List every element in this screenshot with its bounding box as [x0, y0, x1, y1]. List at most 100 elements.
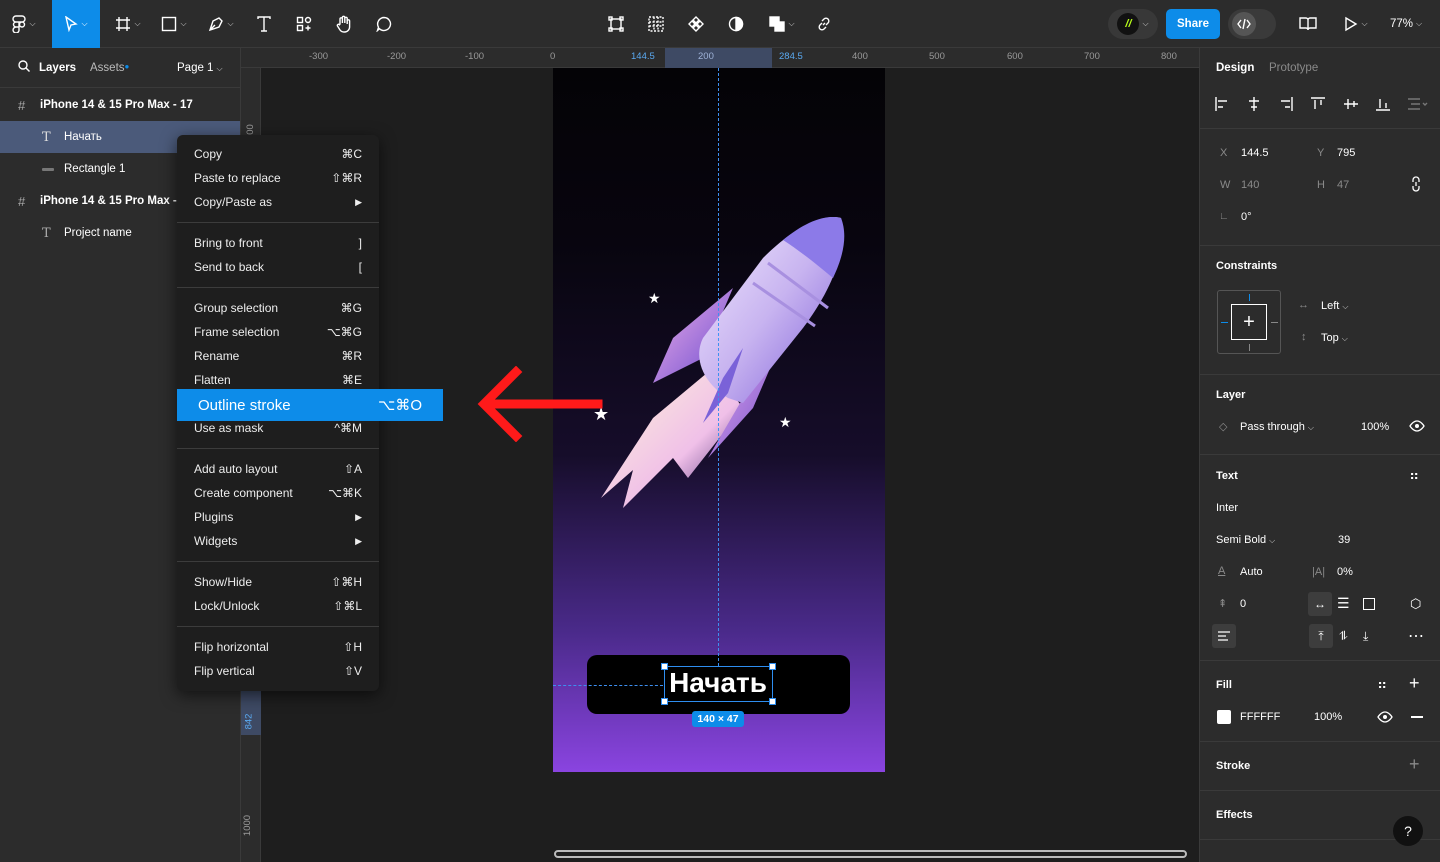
mask-button[interactable] — [722, 0, 750, 48]
menu-item-paste-replace[interactable]: Paste to replace ⇧⌘R — [177, 166, 379, 190]
fill-opacity-input[interactable]: 100% — [1314, 711, 1342, 723]
text-align-center-icon[interactable] — [1242, 631, 1254, 641]
menu-item-outline-stroke[interactable]: Outline stroke ⌥⌘O — [177, 389, 443, 421]
font-size-input[interactable]: 39 — [1338, 534, 1350, 546]
resize-handle[interactable] — [661, 663, 668, 670]
canvas[interactable]: -300 -200 -100 0 144.5 200 284.5 400 500… — [241, 48, 1199, 862]
frame-tool-button[interactable]: ⌵ — [110, 0, 146, 48]
align-left-icon[interactable] — [1214, 96, 1230, 112]
font-family-select[interactable]: Inter — [1216, 502, 1238, 514]
align-center-v-icon[interactable] — [1343, 96, 1359, 112]
menu-item-auto-layout[interactable]: Add auto layout ⇧A — [177, 457, 379, 481]
selection-box[interactable]: Начать — [661, 663, 776, 705]
constraint-bottom-indicator[interactable] — [1249, 344, 1250, 351]
menu-item-send-back[interactable]: Send to back [ — [177, 255, 379, 279]
constraint-right-indicator[interactable] — [1271, 322, 1278, 323]
constrain-proportions-icon[interactable] — [1410, 176, 1422, 192]
fill-swatch[interactable] — [1217, 710, 1231, 724]
tab-assets[interactable]: Assets● — [90, 62, 129, 74]
blend-mode-select[interactable]: Pass through ⌵ — [1240, 421, 1314, 433]
w-input[interactable]: 140 — [1241, 179, 1259, 191]
resize-handle[interactable] — [661, 698, 668, 705]
menu-item-plugins[interactable]: Plugins ▶ — [177, 505, 379, 529]
text-styles-icon[interactable]: ⠶ — [1409, 467, 1420, 484]
menu-item-lock-unlock[interactable]: Lock/Unlock ⇧⌘L — [177, 594, 379, 618]
library-button[interactable] — [1294, 0, 1322, 48]
transform-button[interactable] — [602, 0, 630, 48]
main-menu-button[interactable]: ⌵ — [6, 0, 42, 48]
grid-button[interactable] — [642, 0, 670, 48]
component-button[interactable] — [682, 0, 710, 48]
pen-tool-button[interactable]: ⌵ — [202, 0, 240, 48]
menu-item-bring-front[interactable]: Bring to front] — [177, 231, 379, 255]
link-button[interactable] — [810, 0, 838, 48]
zoom-menu[interactable]: 77% ⌵ — [1382, 0, 1430, 48]
auto-height-icon[interactable]: ☰ — [1337, 595, 1350, 612]
constraints-widget[interactable]: + — [1217, 290, 1281, 354]
text-align-right-icon[interactable] — [1266, 631, 1278, 641]
rotation-input[interactable]: 0° — [1241, 211, 1252, 223]
menu-item-flip-vertical[interactable]: Flip vertical ⇧V — [177, 659, 379, 683]
resize-handle[interactable] — [769, 698, 776, 705]
text-tool-button[interactable] — [250, 0, 278, 48]
text-settings-icon[interactable]: ⬡ — [1410, 596, 1421, 612]
present-button[interactable]: ⌵ — [1336, 0, 1376, 48]
paragraph-spacing-input[interactable]: 0 — [1240, 598, 1246, 610]
eye-icon[interactable] — [1409, 420, 1425, 432]
add-stroke-icon[interactable]: + — [1409, 754, 1420, 775]
layer-frame-17[interactable]: # iPhone 14 & 15 Pro Max - 17 — [0, 89, 240, 121]
more-options-icon[interactable]: ⋯ — [1408, 626, 1424, 646]
help-button[interactable]: ? — [1393, 816, 1423, 846]
layer-opacity-input[interactable]: 100% — [1361, 421, 1389, 433]
tab-layers[interactable]: Layers — [39, 62, 76, 74]
align-right-icon[interactable] — [1278, 96, 1294, 112]
h-input[interactable]: 47 — [1337, 179, 1349, 191]
boolean-button[interactable]: ⌵ — [762, 0, 802, 48]
fixed-size-icon[interactable] — [1363, 598, 1375, 610]
menu-item-show-hide[interactable]: Show/Hide ⇧⌘H — [177, 570, 379, 594]
tab-prototype[interactable]: Prototype — [1269, 62, 1318, 74]
menu-item-widgets[interactable]: Widgets ▶ — [177, 529, 379, 553]
resources-button[interactable] — [290, 0, 318, 48]
menu-item-copy[interactable]: Copy ⌘C — [177, 142, 379, 166]
menu-item-group[interactable]: Group selection ⌘G — [177, 296, 379, 320]
menu-item-create-component[interactable]: Create component ⌥⌘K — [177, 481, 379, 505]
menu-item-copy-paste-as[interactable]: Copy/Paste as ▶ — [177, 190, 379, 214]
horizontal-constraint-select[interactable]: Left ⌵ — [1321, 300, 1348, 312]
tab-design[interactable]: Design — [1216, 62, 1254, 74]
add-fill-icon[interactable]: + — [1409, 673, 1420, 694]
constraint-left-indicator[interactable] — [1221, 322, 1228, 323]
fill-styles-icon[interactable]: ⠶ — [1377, 676, 1387, 693]
constraint-top-indicator[interactable] — [1249, 294, 1250, 301]
line-height-input[interactable]: Auto — [1240, 566, 1263, 578]
resize-handle[interactable] — [769, 663, 776, 670]
y-input[interactable]: 795 — [1337, 147, 1355, 159]
horizontal-scrollbar[interactable] — [554, 850, 1187, 858]
distribute-icon[interactable] — [1407, 96, 1429, 112]
comment-tool-button[interactable] — [370, 0, 398, 48]
align-center-h-icon[interactable] — [1246, 96, 1262, 112]
hand-tool-button[interactable] — [330, 0, 358, 48]
align-top-button[interactable]: ⤒ — [1309, 624, 1333, 648]
dev-mode-toggle[interactable] — [1228, 9, 1276, 39]
menu-item-frame[interactable]: Frame selection ⌥⌘G — [177, 320, 379, 344]
align-text-left-button[interactable] — [1212, 624, 1236, 648]
move-tool-button[interactable]: ⌵ — [52, 0, 100, 48]
letter-spacing-input[interactable]: 0% — [1337, 566, 1353, 578]
plugin-badge-button[interactable]: //⌵ — [1108, 9, 1158, 39]
menu-item-rename[interactable]: Rename ⌘R — [177, 344, 379, 368]
x-input[interactable]: 144.5 — [1241, 147, 1269, 159]
fill-hex-input[interactable]: FFFFFF — [1240, 711, 1280, 723]
share-button[interactable]: Share — [1166, 9, 1220, 39]
vertical-align-middle-icon[interactable]: ⥮ — [1339, 629, 1348, 644]
align-top-icon[interactable] — [1310, 96, 1326, 112]
fill-eye-icon[interactable] — [1377, 711, 1393, 723]
vertical-align-bottom-icon[interactable]: ⤓ — [1363, 629, 1368, 644]
page-selector[interactable]: Page 1 ⌵ — [177, 62, 223, 74]
remove-fill-icon[interactable] — [1411, 716, 1423, 718]
menu-item-flip-horizontal[interactable]: Flip horizontal ⇧H — [177, 635, 379, 659]
auto-width-button[interactable]: ↔ — [1308, 592, 1332, 616]
search-layers-button[interactable] — [18, 60, 30, 75]
align-bottom-icon[interactable] — [1375, 96, 1391, 112]
shape-tool-button[interactable]: ⌵ — [156, 0, 192, 48]
